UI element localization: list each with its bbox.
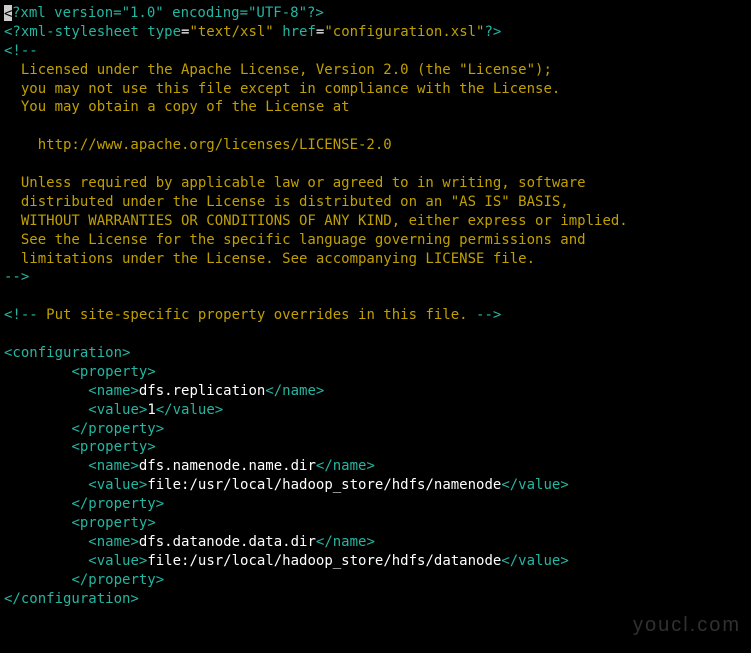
license-line-9: See the License for the specific languag… [4,232,586,248]
prop-val-2: file:/usr/local/hadoop_store/hdfs/datano… [147,553,501,569]
prop-val-0: 1 [147,402,155,418]
license-line-7: distributed under the License is distrib… [4,194,569,210]
license-comment-open: <!-- [4,43,38,59]
name-open: <name> [88,383,139,399]
site-comment-open: <!-- [4,307,38,323]
attr-href: href [282,24,316,40]
xml-editor-content[interactable]: <?xml version="1.0" encoding="UTF-8"?> <… [4,4,751,609]
license-line-0: Licensed under the Apache License, Versi… [4,62,552,78]
prop-name-2: dfs.datanode.data.dir [139,534,316,550]
xml-stylesheet-close: ?> [485,24,502,40]
property-close: </property> [71,572,164,588]
text-cursor: < [4,5,12,21]
watermark-text: youcl.com [633,612,741,639]
attr-type: type [147,24,181,40]
license-comment-close: --> [4,269,29,285]
property-open: <property> [71,439,155,455]
value-close: </value> [501,553,568,569]
prop-name-0: dfs.replication [139,383,265,399]
license-line-4: http://www.apache.org/licenses/LICENSE-2… [4,137,392,153]
license-line-1: you may not use this file except in comp… [4,81,560,97]
attr-type-val: "text/xsl" [189,24,273,40]
xml-stylesheet-open: <?xml-stylesheet [4,24,139,40]
property-close: </property> [71,496,164,512]
value-open: <value> [88,402,147,418]
name-close: </name> [316,458,375,474]
xml-prolog-rest: ?xml version="1.0" encoding="UTF-8"?> [12,5,324,21]
value-close: </value> [156,402,223,418]
value-open: <value> [88,477,147,493]
license-line-2: You may obtain a copy of the License at [4,99,350,115]
value-close: </value> [501,477,568,493]
site-comment-text: Put site-specific property overrides in … [38,307,476,323]
property-close: </property> [71,421,164,437]
license-line-8: WITHOUT WARRANTIES OR CONDITIONS OF ANY … [4,213,628,229]
license-line-6: Unless required by applicable law or agr… [4,175,586,191]
name-open: <name> [88,534,139,550]
property-open: <property> [71,364,155,380]
configuration-open: <configuration> [4,345,130,361]
value-open: <value> [88,553,147,569]
site-comment-close: --> [476,307,501,323]
configuration-close: </configuration> [4,591,139,607]
property-open: <property> [71,515,155,531]
license-line-10: limitations under the License. See accom… [4,251,535,267]
name-open: <name> [88,458,139,474]
prop-val-1: file:/usr/local/hadoop_store/hdfs/nameno… [147,477,501,493]
prop-name-1: dfs.namenode.name.dir [139,458,316,474]
name-close: </name> [265,383,324,399]
name-close: </name> [316,534,375,550]
attr-href-val: "configuration.xsl" [324,24,484,40]
